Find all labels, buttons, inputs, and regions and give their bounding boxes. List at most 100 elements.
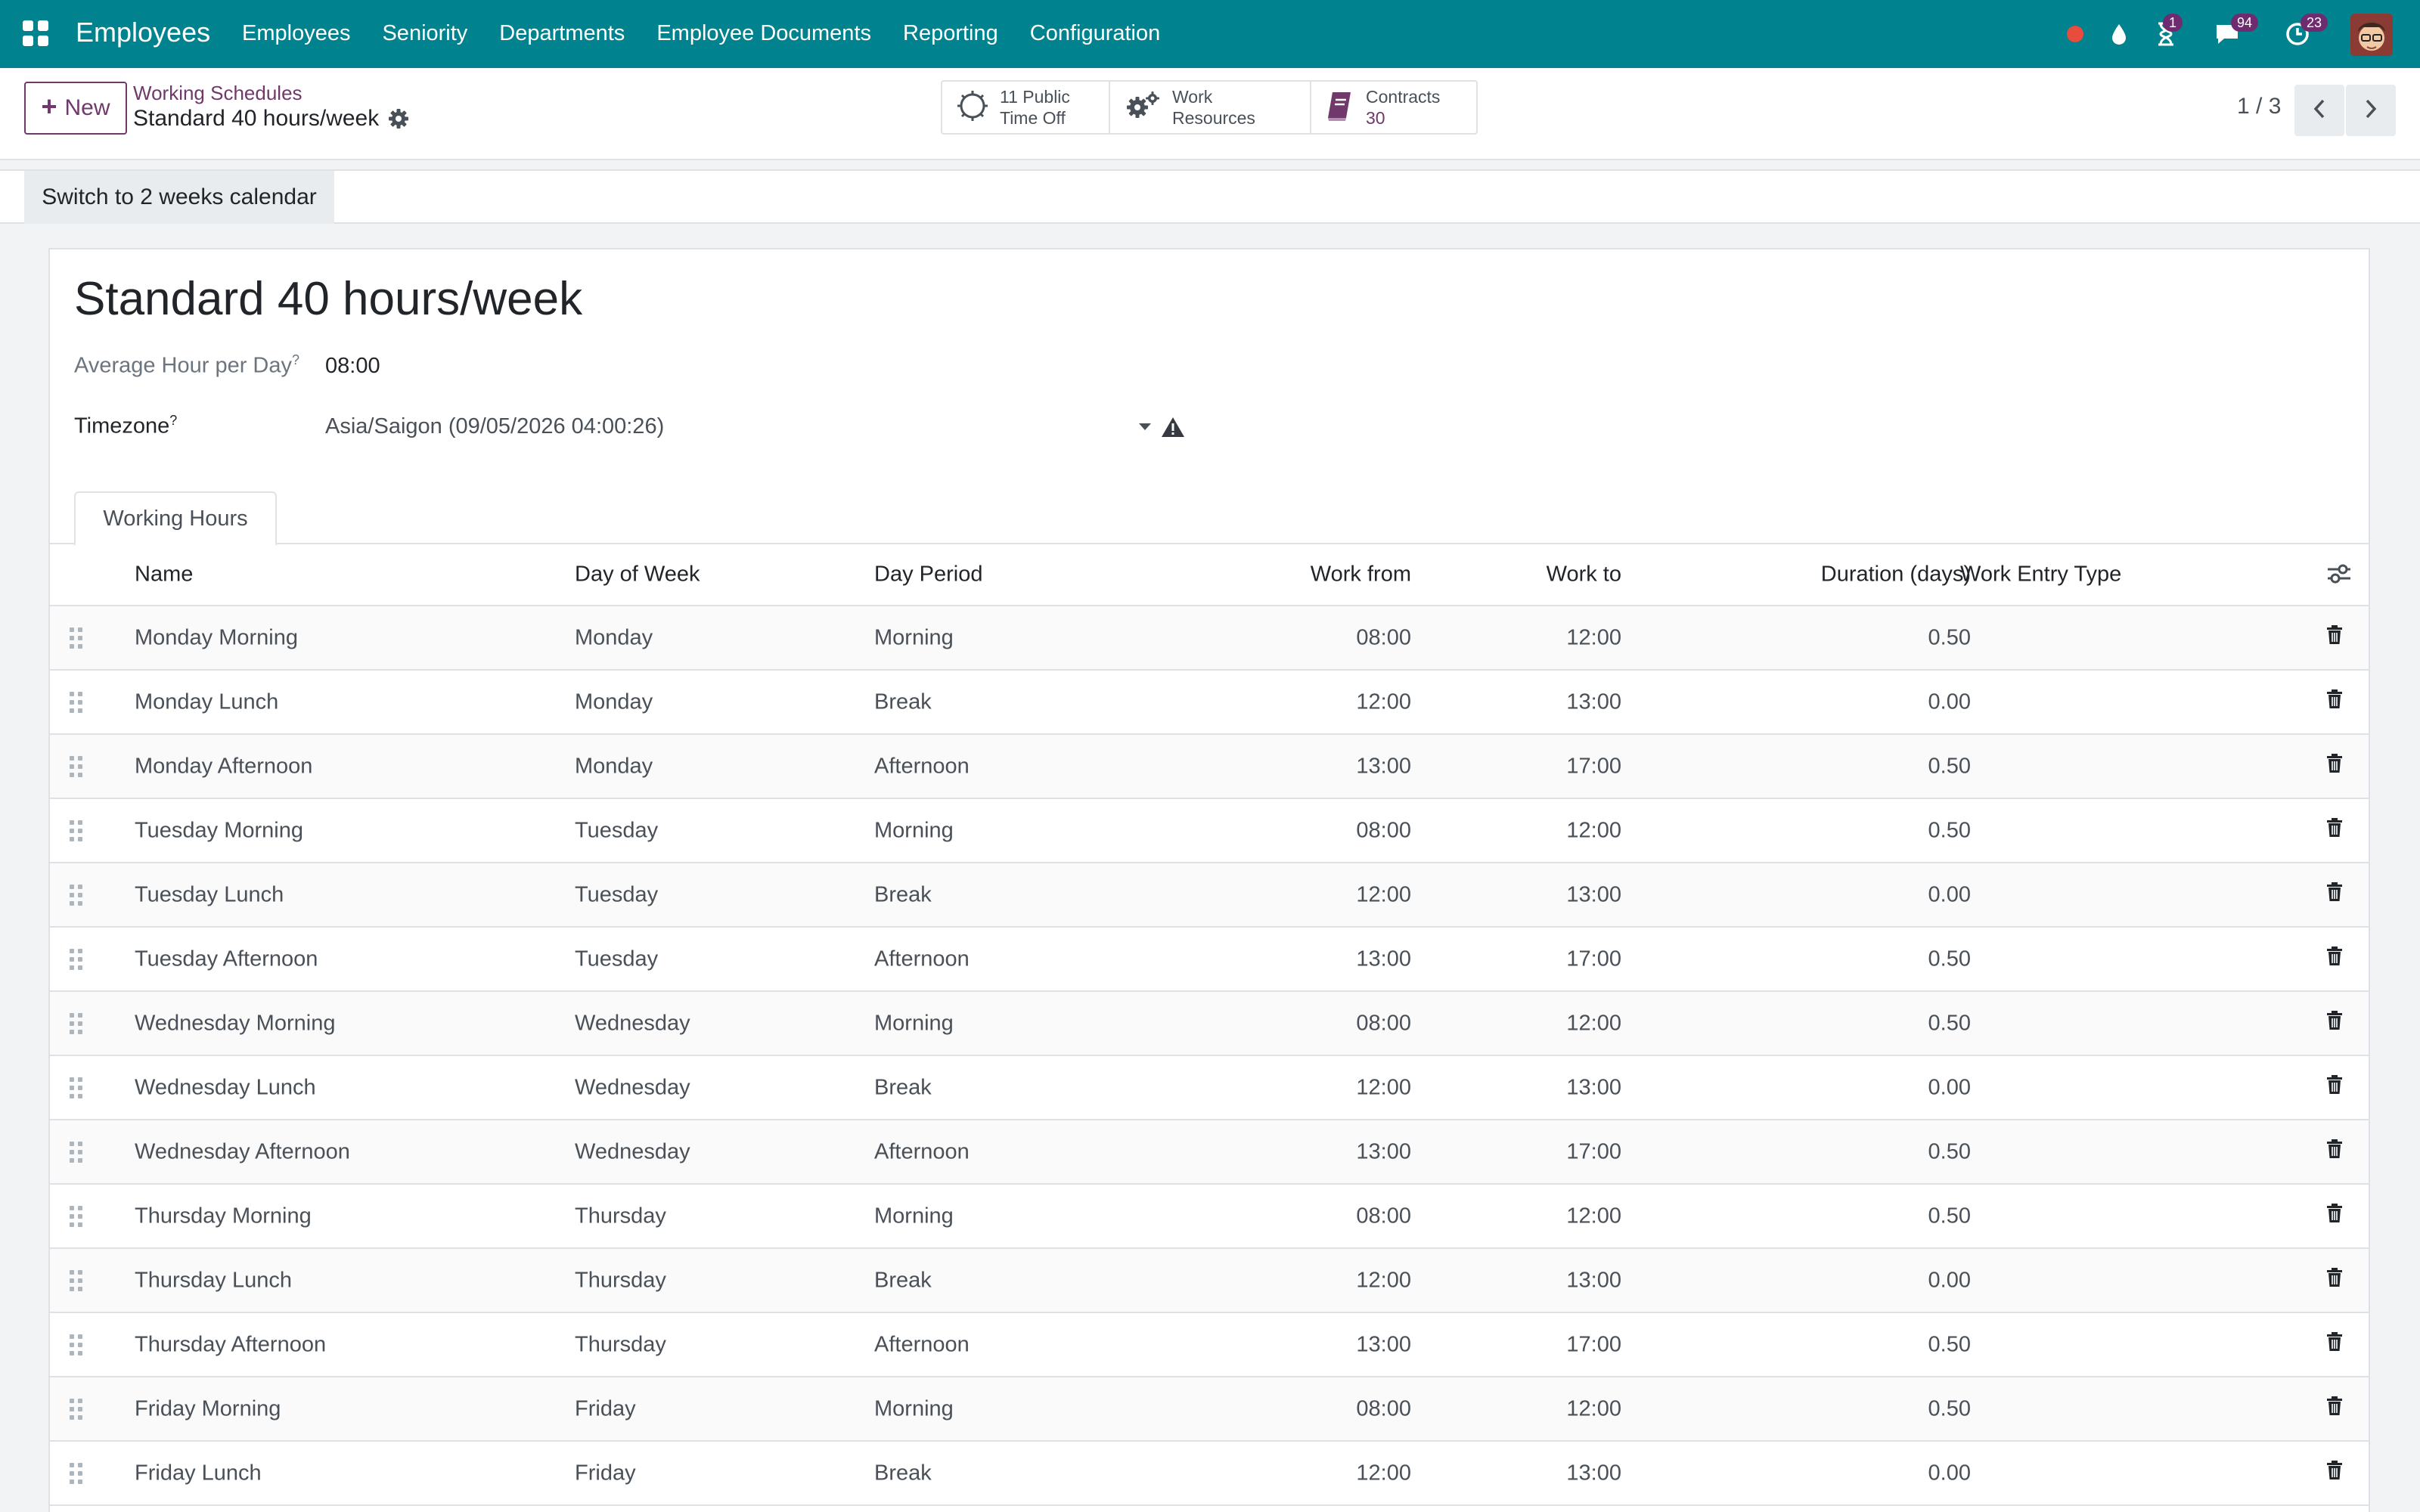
cell-day-of-week[interactable]: Tuesday bbox=[575, 818, 658, 843]
column-header-day-period[interactable]: Day Period bbox=[874, 562, 982, 587]
work-resources-button[interactable]: Work Resources bbox=[1110, 82, 1311, 133]
delete-row-trash-icon[interactable] bbox=[2326, 817, 2343, 844]
table-row[interactable]: Tuesday Afternoon Tuesday Afternoon 13:00 17… bbox=[50, 928, 2369, 992]
delete-row-trash-icon[interactable] bbox=[2326, 881, 2343, 908]
column-header-work-from[interactable]: Work from bbox=[1311, 562, 1411, 587]
cell-work-from[interactable]: 12:00 bbox=[1356, 1268, 1411, 1293]
cell-day-period[interactable]: Break bbox=[874, 689, 932, 714]
switch-two-weeks-calendar-button[interactable]: Switch to 2 weeks calendar bbox=[24, 171, 334, 224]
cell-work-from[interactable]: 13:00 bbox=[1356, 947, 1411, 971]
column-header-name[interactable]: Name bbox=[135, 562, 193, 587]
delete-row-trash-icon[interactable] bbox=[2326, 1074, 2343, 1101]
cell-duration[interactable]: 0.00 bbox=[1928, 1268, 1971, 1293]
table-row[interactable]: Friday Lunch Friday Break 12:00 13:00 0.00 bbox=[50, 1442, 2369, 1506]
table-row[interactable]: Monday Afternoon Monday Afternoon 13:00 17:0… bbox=[50, 735, 2369, 799]
cell-day-period[interactable]: Morning bbox=[874, 1204, 954, 1228]
menu-item-seniority[interactable]: Seniority bbox=[382, 21, 467, 46]
cell-duration[interactable]: 0.50 bbox=[1928, 1139, 1971, 1164]
delete-row-trash-icon[interactable] bbox=[2326, 1139, 2343, 1165]
cell-day-of-week[interactable]: Thursday bbox=[575, 1268, 666, 1293]
record-actions-gear-icon[interactable] bbox=[387, 107, 410, 134]
tab-working-hours[interactable]: Working Hours bbox=[74, 491, 277, 546]
delete-row-trash-icon[interactable] bbox=[2326, 946, 2343, 972]
cell-duration[interactable]: 0.00 bbox=[1928, 1461, 1971, 1486]
cell-work-to[interactable]: 13:00 bbox=[1566, 1075, 1621, 1100]
cell-work-to[interactable]: 12:00 bbox=[1566, 1011, 1621, 1036]
cell-day-of-week[interactable]: Monday bbox=[575, 625, 653, 650]
breadcrumb-working-schedules[interactable]: Working Schedules bbox=[133, 82, 302, 105]
caret-down-icon[interactable] bbox=[1139, 423, 1151, 430]
drag-handle-icon[interactable] bbox=[70, 1012, 82, 1034]
table-row[interactable]: Thursday Morning Thursday Morning 08:00 12:0… bbox=[50, 1185, 2369, 1249]
cell-name[interactable]: Monday Afternoon bbox=[135, 754, 312, 779]
cell-work-to[interactable]: 13:00 bbox=[1566, 882, 1621, 907]
cell-work-to[interactable]: 12:00 bbox=[1566, 625, 1621, 650]
cell-day-period[interactable]: Break bbox=[874, 1268, 932, 1293]
cell-work-to[interactable]: 12:00 bbox=[1566, 818, 1621, 843]
drag-handle-icon[interactable] bbox=[70, 1398, 82, 1420]
cell-name[interactable]: Thursday Morning bbox=[135, 1204, 312, 1228]
drag-handle-icon[interactable] bbox=[70, 820, 82, 841]
cell-duration[interactable]: 0.50 bbox=[1928, 1396, 1971, 1421]
cell-day-of-week[interactable]: Wednesday bbox=[575, 1075, 690, 1100]
cell-day-period[interactable]: Morning bbox=[874, 1011, 954, 1036]
warning-icon[interactable] bbox=[1160, 416, 1186, 442]
messages-chat-icon[interactable] bbox=[2211, 0, 2243, 68]
cell-duration[interactable]: 0.50 bbox=[1928, 1204, 1971, 1228]
table-row[interactable]: Friday Morning Friday Morning 08:00 12:00 0.5… bbox=[50, 1377, 2369, 1442]
app-name[interactable]: Employees bbox=[76, 17, 210, 48]
cell-duration[interactable]: 0.00 bbox=[1928, 882, 1971, 907]
menu-item-configuration[interactable]: Configuration bbox=[1030, 21, 1161, 46]
cell-work-from[interactable]: 13:00 bbox=[1356, 754, 1411, 779]
table-row[interactable]: Monday Morning Monday Morning 08:00 12:00 0.5… bbox=[50, 606, 2369, 671]
table-row[interactable]: Tuesday Morning Tuesday Morning 08:00 12:00 0… bbox=[50, 799, 2369, 863]
apps-menu-icon[interactable] bbox=[23, 20, 48, 46]
cell-day-period[interactable]: Afternoon bbox=[874, 754, 970, 779]
cell-work-to[interactable]: 13:00 bbox=[1566, 1268, 1621, 1293]
cell-name[interactable]: Thursday Afternoon bbox=[135, 1332, 326, 1357]
cell-name[interactable]: Tuesday Lunch bbox=[135, 882, 284, 907]
table-row[interactable]: Monday Lunch Monday Break 12:00 13:00 0.00 bbox=[50, 671, 2369, 735]
cell-day-of-week[interactable]: Wednesday bbox=[575, 1011, 690, 1036]
column-header-work-to[interactable]: Work to bbox=[1547, 562, 1621, 587]
cell-work-from[interactable]: 08:00 bbox=[1356, 625, 1411, 650]
user-avatar[interactable] bbox=[2350, 14, 2393, 56]
cell-name[interactable]: Wednesday Lunch bbox=[135, 1075, 316, 1100]
column-header-duration[interactable]: Duration (days) bbox=[1821, 562, 1971, 587]
drag-handle-icon[interactable] bbox=[70, 948, 82, 970]
cell-duration[interactable]: 0.00 bbox=[1928, 1075, 1971, 1100]
cell-day-of-week[interactable]: Monday bbox=[575, 754, 653, 779]
cell-work-from[interactable]: 13:00 bbox=[1356, 1332, 1411, 1357]
delete-row-trash-icon[interactable] bbox=[2326, 689, 2343, 715]
cell-duration[interactable]: 0.00 bbox=[1928, 689, 1971, 714]
delete-row-trash-icon[interactable] bbox=[2326, 1203, 2343, 1229]
drag-handle-icon[interactable] bbox=[70, 1334, 82, 1356]
cell-day-of-week[interactable]: Friday bbox=[575, 1461, 636, 1486]
cell-name[interactable]: Wednesday Morning bbox=[135, 1011, 335, 1036]
delete-row-trash-icon[interactable] bbox=[2326, 1010, 2343, 1036]
cell-work-from[interactable]: 12:00 bbox=[1356, 1075, 1411, 1100]
menu-item-departments[interactable]: Departments bbox=[499, 21, 625, 46]
delete-row-trash-icon[interactable] bbox=[2326, 1396, 2343, 1422]
cell-day-period[interactable]: Morning bbox=[874, 818, 954, 843]
cell-day-period[interactable]: Afternoon bbox=[874, 1332, 970, 1357]
table-row[interactable]: Tuesday Lunch Tuesday Break 12:00 13:00 0.00 bbox=[50, 863, 2369, 928]
cell-day-period[interactable]: Break bbox=[874, 882, 932, 907]
drag-handle-icon[interactable] bbox=[70, 1462, 82, 1484]
pager-next-button[interactable] bbox=[2346, 85, 2396, 136]
activity-hourglass-icon[interactable] bbox=[2151, 0, 2181, 68]
recording-dot-icon[interactable] bbox=[2063, 0, 2087, 68]
cell-work-from[interactable]: 12:00 bbox=[1356, 882, 1411, 907]
table-row[interactable]: Wednesday Afternoon Wednesday Afternoon 13:… bbox=[50, 1120, 2369, 1185]
column-header-work-entry-type[interactable]: Work Entry Type bbox=[1960, 562, 2121, 587]
cell-name[interactable]: Friday Lunch bbox=[135, 1461, 262, 1486]
cell-name[interactable]: Friday Morning bbox=[135, 1396, 281, 1421]
menu-item-employee-documents[interactable]: Employee Documents bbox=[656, 21, 871, 46]
cell-day-of-week[interactable]: Friday bbox=[575, 1396, 636, 1421]
pager-previous-button[interactable] bbox=[2294, 85, 2344, 136]
contracts-button[interactable]: Contracts 30 bbox=[1311, 82, 1476, 133]
cell-duration[interactable]: 0.50 bbox=[1928, 818, 1971, 843]
cell-day-of-week[interactable]: Monday bbox=[575, 689, 653, 714]
drag-handle-icon[interactable] bbox=[70, 884, 82, 906]
cell-work-from[interactable]: 08:00 bbox=[1356, 1396, 1411, 1421]
